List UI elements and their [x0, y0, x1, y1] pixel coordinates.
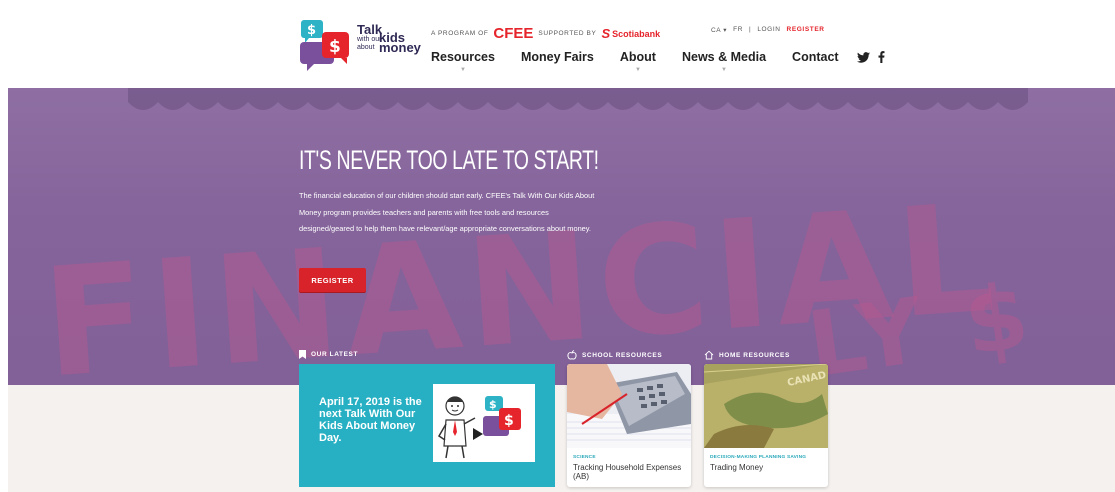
resource-title: Tracking Household Expenses (AB)	[573, 463, 682, 481]
home-resource-card[interactable]: CANAD DECISION-MAKING PLANNING SAVING Tr…	[704, 364, 828, 487]
nav-item-label: Contact	[792, 50, 839, 64]
hero-title: IT'S NEVER TOO LATE TO START!	[299, 145, 599, 175]
resource-tag: SCIENCE	[573, 455, 596, 460]
program-prefix: A PROGRAM OF	[431, 30, 489, 37]
bookmark-icon	[299, 350, 306, 359]
utility-separator: |	[749, 26, 752, 33]
cfee-logo[interactable]: CFEE	[493, 25, 533, 42]
resources-band	[8, 385, 1115, 492]
svg-text:$: $	[489, 398, 497, 411]
section-label: HOME RESOURCES	[719, 351, 790, 359]
svg-text:$: $	[329, 37, 341, 57]
latest-news-card[interactable]: April 17, 2019 is the next Talk With Our…	[299, 364, 555, 487]
hero-description: The financial education of our children …	[299, 191, 595, 233]
resource-tag: DECISION-MAKING PLANNING SAVING	[710, 455, 807, 460]
apple-icon	[567, 350, 577, 360]
nav-item-label: About	[619, 50, 656, 64]
nav-item-label: Resources	[431, 50, 495, 64]
section-label: SCHOOL RESOURCES	[582, 351, 663, 359]
section-school-resources: SCHOOL RESOURCES	[567, 350, 662, 360]
region-selector[interactable]: CA ▾	[711, 26, 727, 34]
cartoon-presenter-illustration: $ $	[437, 396, 521, 459]
login-link[interactable]: LOGIN	[757, 26, 780, 34]
main-nav: Resources ▼ Money Fairs About ▼ News & M…	[431, 50, 885, 73]
scotiabank-logo[interactable]: S Scotiabank	[601, 26, 660, 41]
logo-wordmark: Talk with our kids about money	[357, 23, 421, 54]
utility-nav: CA ▾ FR | LOGIN REGISTER	[711, 26, 825, 34]
calculator-photo	[567, 364, 691, 448]
nav-item-money-fairs[interactable]: Money Fairs	[521, 50, 594, 64]
home-icon	[704, 350, 714, 360]
chevron-down-icon: ▼	[721, 67, 727, 73]
social-links	[856, 51, 885, 63]
register-button[interactable]: REGISTER	[299, 268, 366, 292]
chevron-down-icon: ▼	[459, 67, 466, 73]
canadian-money-photo: CANAD	[704, 364, 828, 448]
facebook-icon[interactable]	[878, 51, 885, 63]
language-toggle[interactable]: FR	[733, 26, 743, 34]
logo-word-money: money	[379, 40, 421, 55]
latest-news-text: April 17, 2019 is the next Talk With Our…	[319, 396, 422, 444]
nav-item-label: News & Media	[681, 50, 767, 64]
site-header: $ $ Talk with our kids about money A PRO…	[0, 0, 1115, 88]
nav-item-resources[interactable]: Resources ▼	[431, 50, 495, 73]
svg-text:$: $	[307, 23, 316, 38]
supported-by-label: SUPPORTED BY	[538, 30, 597, 37]
nav-item-about[interactable]: About ▼	[619, 50, 656, 73]
latest-news-illustration: $ $	[433, 384, 535, 462]
logo-word-about: about	[357, 44, 375, 51]
section-home-resources: HOME RESOURCES	[704, 350, 790, 360]
school-resource-card[interactable]: SCIENCE Tracking Household Expenses (AB)	[567, 364, 691, 487]
chevron-down-icon: ▼	[634, 67, 641, 73]
logo-speech-bubbles-icon: $ $	[300, 20, 349, 71]
nav-item-news-media[interactable]: News & Media ▼	[681, 50, 767, 73]
site-logo[interactable]: $ $ Talk with our kids about money	[299, 18, 429, 74]
program-sponsor-line: A PROGRAM OF CFEE SUPPORTED BY S Scotiab…	[431, 25, 660, 42]
resource-title: Trading Money	[710, 463, 764, 472]
scotiabank-s-icon: S	[601, 26, 611, 41]
hero-banner: FINANCIAL LY $ IT'S NEVER TOO LATE TO ST…	[8, 88, 1115, 385]
nav-item-label: Money Fairs	[520, 50, 594, 64]
section-label: OUR LATEST	[311, 351, 359, 358]
twitter-icon[interactable]	[856, 51, 870, 63]
svg-text:$: $	[504, 413, 514, 429]
nav-item-contact[interactable]: Contact	[792, 50, 839, 64]
section-our-latest: OUR LATEST	[299, 350, 358, 359]
scotiabank-name: Scotiabank	[612, 28, 661, 39]
register-link[interactable]: REGISTER	[787, 26, 825, 34]
